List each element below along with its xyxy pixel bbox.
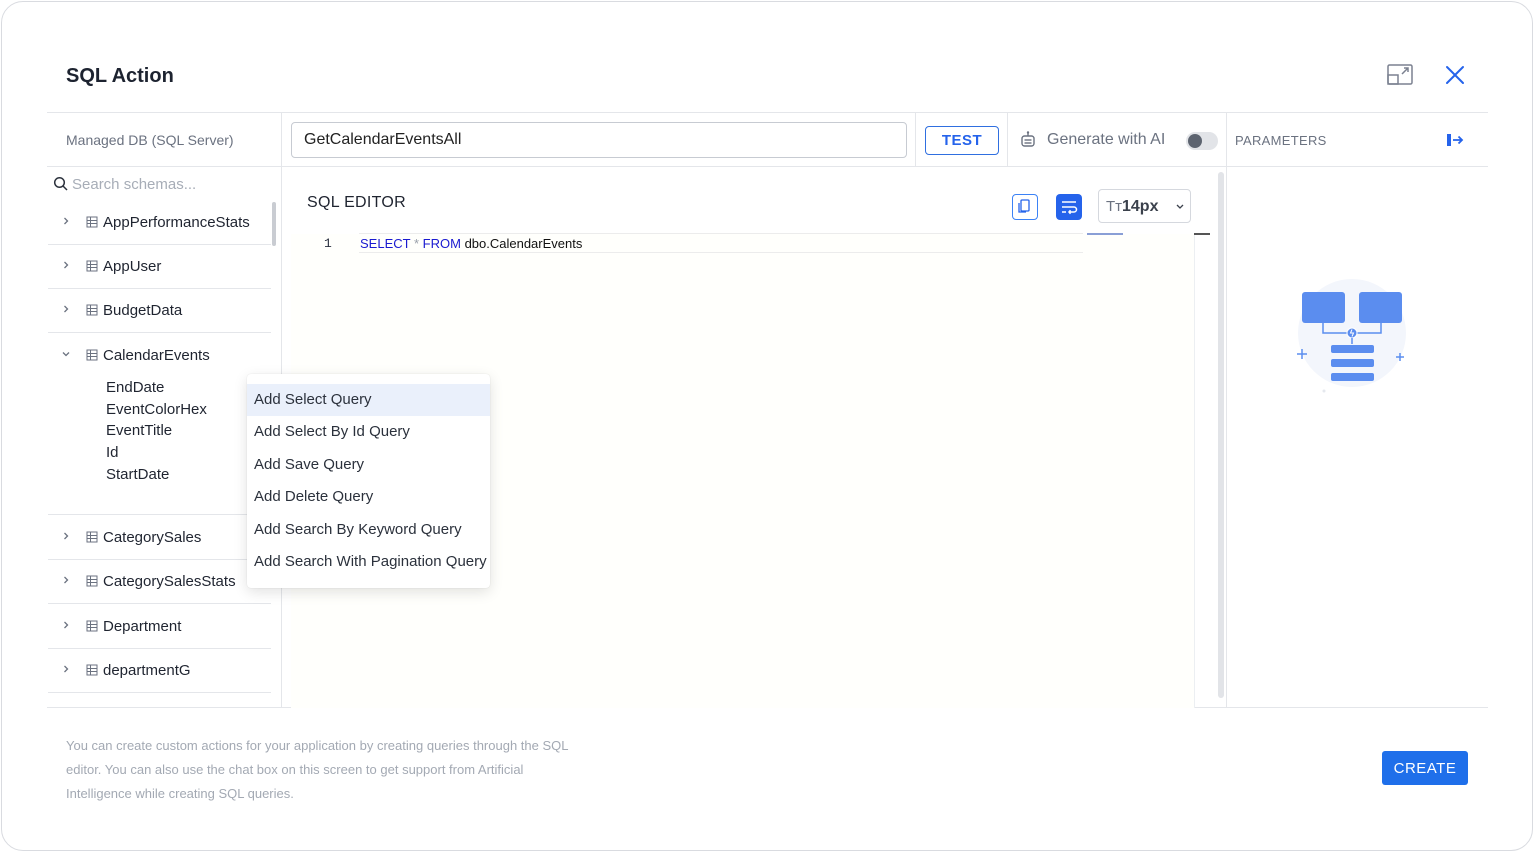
column-item[interactable]: StartDate bbox=[106, 466, 169, 483]
table-icon bbox=[86, 304, 98, 316]
search-icon bbox=[53, 176, 69, 192]
table-icon bbox=[86, 260, 98, 272]
close-icon[interactable] bbox=[1440, 60, 1470, 90]
table-label: AppPerformanceStats bbox=[103, 214, 250, 231]
table-item-calendarevents[interactable]: CalendarEvents bbox=[48, 334, 271, 378]
column-item[interactable]: EventTitle bbox=[106, 422, 172, 439]
parameters-label: PARAMETERS bbox=[1235, 133, 1327, 148]
sql-action-dialog: SQL Action Managed DB (SQL Server) TEST … bbox=[1, 1, 1533, 851]
text-size-icon: Tт bbox=[1106, 198, 1123, 215]
schema-search-input[interactable] bbox=[72, 173, 267, 195]
row-divider bbox=[48, 514, 271, 515]
generate-ai-toggle[interactable] bbox=[1186, 132, 1218, 150]
column-item[interactable]: Id bbox=[106, 444, 119, 461]
chevron-right-icon bbox=[64, 576, 69, 584]
menu-item-add-search-by-keyword-query[interactable]: Add Search By Keyword Query bbox=[247, 514, 490, 546]
table-icon bbox=[86, 620, 98, 632]
toggle-knob bbox=[1188, 134, 1202, 148]
expand-window-icon[interactable] bbox=[1385, 60, 1415, 90]
table-label: CategorySales bbox=[103, 529, 202, 546]
header-divider bbox=[47, 112, 1488, 113]
menu-item-add-select-query[interactable]: Add Select Query bbox=[247, 384, 490, 416]
sql-identifier: dbo.CalendarEvents bbox=[464, 236, 583, 251]
table-item-categorysalesstats[interactable]: CategorySalesStats bbox=[48, 560, 271, 604]
font-size-select[interactable]: Tт 14px bbox=[1098, 189, 1191, 223]
collapse-panel-icon[interactable] bbox=[1445, 131, 1465, 149]
menu-item-add-delete-query[interactable]: Add Delete Query bbox=[247, 481, 490, 513]
robot-icon bbox=[1018, 130, 1038, 150]
table-icon bbox=[86, 664, 98, 676]
table-item-appuser[interactable]: AppUser bbox=[48, 245, 271, 289]
footer-info-text: You can create custom actions for your a… bbox=[66, 738, 568, 801]
toolbar-separator bbox=[1007, 112, 1008, 167]
chevron-down-icon bbox=[1176, 204, 1184, 209]
row-divider bbox=[48, 692, 271, 693]
parameters-empty-illustration bbox=[1288, 278, 1416, 398]
chevron-right-icon bbox=[64, 532, 69, 540]
sql-keyword: SELECT bbox=[360, 236, 411, 251]
chevron-right-icon bbox=[64, 261, 69, 269]
minimap-divider bbox=[1194, 234, 1195, 708]
database-label: Managed DB (SQL Server) bbox=[66, 132, 234, 148]
chevron-right-icon bbox=[64, 305, 69, 313]
toolbar-divider bbox=[47, 166, 1488, 167]
row-divider bbox=[48, 332, 271, 333]
sql-operator: * bbox=[413, 236, 420, 251]
minimap-viewport[interactable] bbox=[1194, 233, 1210, 235]
table-item-departmentg[interactable]: departmentG bbox=[48, 649, 271, 693]
table-item-appperformancestats[interactable]: AppPerformanceStats bbox=[48, 201, 271, 245]
chevron-right-icon bbox=[64, 665, 69, 673]
generate-ai-label: Generate with AI bbox=[1047, 131, 1166, 148]
table-label: CategorySalesStats bbox=[103, 573, 236, 590]
table-label: Department bbox=[103, 618, 182, 635]
chevron-down-icon bbox=[62, 352, 70, 357]
sql-keyword: FROM bbox=[422, 236, 461, 251]
font-size-value: 14px bbox=[1122, 198, 1159, 215]
menu-item-add-save-query[interactable]: Add Save Query bbox=[247, 449, 490, 481]
menu-item-add-search-with-pagination-query[interactable]: Add Search With Pagination Query bbox=[247, 546, 490, 578]
copy-button[interactable] bbox=[1012, 194, 1038, 220]
chevron-right-icon bbox=[64, 217, 69, 225]
test-button[interactable]: TEST bbox=[925, 126, 999, 155]
chevron-right-icon bbox=[64, 621, 69, 629]
parameters-divider bbox=[1226, 112, 1227, 708]
menu-item-add-select-by-id-query[interactable]: Add Select By Id Query bbox=[247, 416, 490, 448]
action-name-input[interactable] bbox=[291, 122, 907, 158]
table-label: AppUser bbox=[103, 258, 162, 275]
table-icon bbox=[86, 349, 98, 361]
dialog-title: SQL Action bbox=[66, 65, 174, 87]
table-item-department[interactable]: Department bbox=[48, 605, 271, 649]
column-item[interactable]: EventColorHex bbox=[106, 401, 207, 418]
sql-code-line[interactable]: SELECT * FROM dbo.CalendarEvents bbox=[360, 236, 582, 251]
query-context-menu: Add Select Query Add Select By Id Query … bbox=[247, 374, 490, 588]
table-icon bbox=[86, 575, 98, 587]
wrap-text-icon bbox=[1062, 201, 1078, 215]
table-item-categorysales[interactable]: CategorySales bbox=[48, 516, 271, 560]
create-button[interactable]: CREATE bbox=[1382, 751, 1468, 785]
line-number: 1 bbox=[324, 236, 332, 251]
table-label: departmentG bbox=[103, 662, 191, 679]
sql-editor-title: SQL EDITOR bbox=[307, 194, 407, 211]
word-wrap-button[interactable] bbox=[1056, 194, 1082, 220]
copy-icon bbox=[1018, 199, 1030, 213]
table-label: CalendarEvents bbox=[103, 347, 210, 364]
table-item-budgetdata[interactable]: BudgetData bbox=[48, 289, 271, 333]
table-icon bbox=[86, 216, 98, 228]
column-item[interactable]: EndDate bbox=[106, 379, 164, 396]
minimap-line bbox=[1087, 233, 1123, 235]
row-divider bbox=[48, 603, 271, 604]
table-icon bbox=[86, 531, 98, 543]
toolbar-separator bbox=[915, 112, 916, 167]
sidebar-scrollbar[interactable] bbox=[272, 202, 276, 246]
table-label: BudgetData bbox=[103, 302, 183, 319]
editor-scrollbar[interactable] bbox=[1218, 172, 1224, 698]
